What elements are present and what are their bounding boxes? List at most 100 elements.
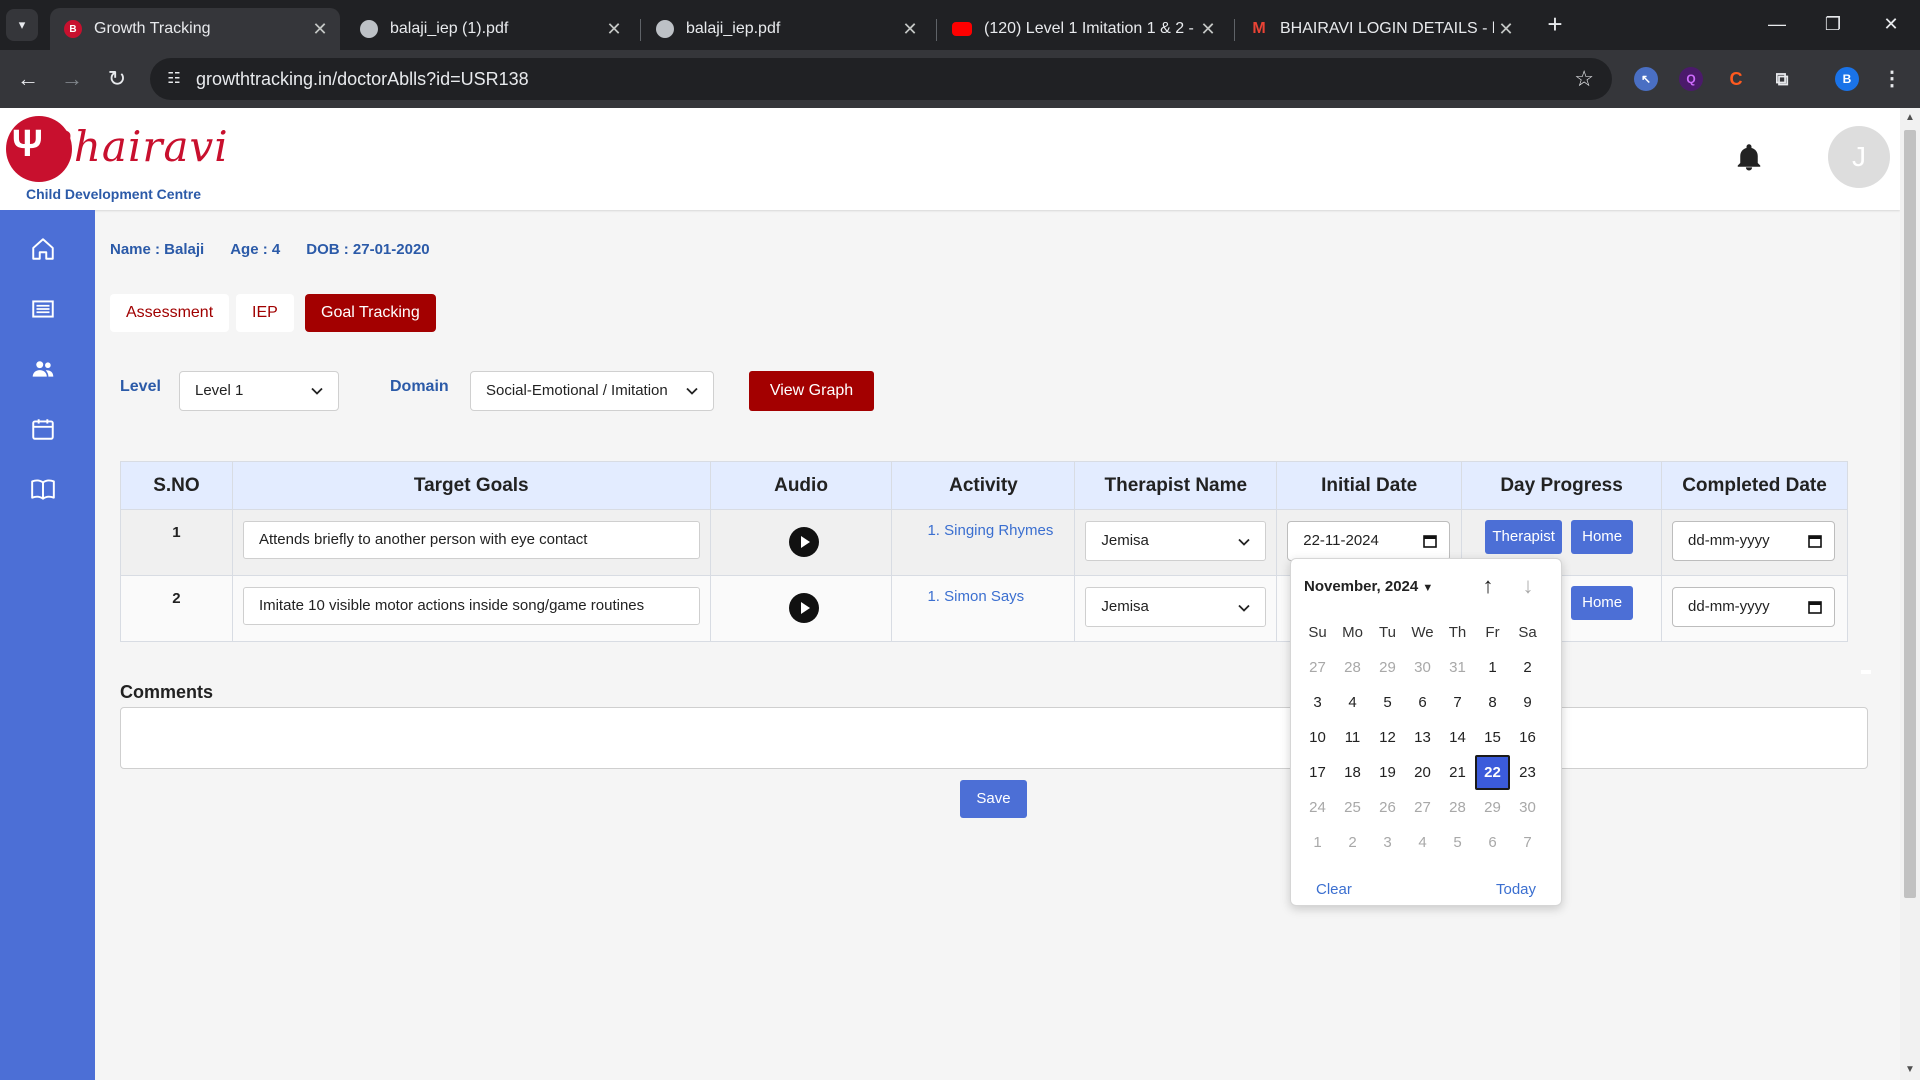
home-progress-button[interactable]: Home [1571, 586, 1634, 620]
window-close-icon[interactable]: ✕ [1868, 6, 1914, 42]
date-cell[interactable]: 11 [1335, 720, 1370, 755]
site-info-icon[interactable]: ☷ [164, 69, 184, 89]
book-icon[interactable] [30, 476, 56, 502]
calendar-icon[interactable] [1808, 534, 1822, 548]
date-cell[interactable]: 3 [1370, 825, 1405, 860]
date-cell[interactable]: 5 [1440, 825, 1475, 860]
play-icon[interactable] [788, 527, 819, 557]
date-cell[interactable]: 6 [1405, 685, 1440, 720]
date-cell[interactable]: 28 [1440, 790, 1475, 825]
play-icon[interactable] [788, 593, 819, 623]
date-cell[interactable]: 24 [1300, 790, 1335, 825]
save-button[interactable]: Save [960, 780, 1027, 818]
therapist-progress-button[interactable]: Therapist [1485, 520, 1563, 554]
date-cell[interactable]: 20 [1405, 755, 1440, 790]
tab-balaji-iep[interactable]: balaji_iep.pdf ✕ [642, 8, 930, 50]
tab-gmail[interactable]: M BHAIRAVI LOGIN DETAILS - bal ✕ [1236, 8, 1526, 50]
scroll-down-arrow-icon[interactable]: ▼ [1904, 1064, 1916, 1076]
extension-c-icon[interactable]: C [1724, 67, 1748, 91]
arrow-down-icon[interactable]: ↓ [1516, 573, 1540, 599]
date-cell[interactable]: 29 [1475, 790, 1510, 825]
scroll-thumb[interactable] [1904, 130, 1916, 898]
date-cell[interactable]: 29 [1370, 650, 1405, 685]
new-tab-button[interactable]: + [1540, 10, 1570, 40]
date-cell[interactable]: 18 [1335, 755, 1370, 790]
date-cell[interactable]: 30 [1510, 790, 1545, 825]
scroll-up-arrow-icon[interactable]: ▲ [1904, 112, 1916, 124]
date-cell[interactable]: 4 [1335, 685, 1370, 720]
notification-bell-icon[interactable] [1734, 142, 1764, 174]
calendar-icon[interactable] [1423, 534, 1438, 548]
date-cell[interactable]: 10 [1300, 720, 1335, 755]
date-cell[interactable]: 9 [1510, 685, 1545, 720]
level-select[interactable]: Level 1 [179, 371, 339, 411]
tab-goal-tracking[interactable]: Goal Tracking [305, 294, 436, 332]
date-cell[interactable]: 30 [1405, 650, 1440, 685]
date-cell[interactable]: 15 [1475, 720, 1510, 755]
extension-q-icon[interactable]: Q [1679, 67, 1703, 91]
date-cell[interactable]: 31 [1440, 650, 1475, 685]
extensions-puzzle-icon[interactable]: ⧉ [1770, 67, 1794, 91]
therapist-select[interactable]: Jemisa [1085, 521, 1267, 561]
date-cell[interactable]: 13 [1405, 720, 1440, 755]
arrow-up-icon[interactable]: ↑ [1476, 573, 1500, 599]
list-icon[interactable] [30, 296, 56, 322]
reload-icon[interactable]: ↻ [101, 63, 133, 95]
tab-balaji-iep-1[interactable]: balaji_iep (1).pdf ✕ [346, 8, 634, 50]
user-avatar[interactable]: J [1828, 126, 1890, 188]
date-cell[interactable]: 19 [1370, 755, 1405, 790]
tab-assessment[interactable]: Assessment [110, 294, 230, 332]
date-cell[interactable]: 12 [1370, 720, 1405, 755]
close-icon[interactable]: ✕ [1494, 19, 1518, 40]
date-cell[interactable]: 17 [1300, 755, 1335, 790]
date-cell-selected[interactable]: 22 [1475, 755, 1510, 790]
tab-search-button[interactable]: ▾ [6, 9, 38, 41]
date-cell[interactable]: 26 [1370, 790, 1405, 825]
date-cell[interactable]: 28 [1335, 650, 1370, 685]
forward-icon[interactable]: → [56, 63, 88, 95]
extension-cursor-icon[interactable]: ↖ [1634, 67, 1658, 91]
date-cell[interactable]: 21 [1440, 755, 1475, 790]
goal-input[interactable]: Imitate 10 visible motor actions inside … [242, 587, 700, 625]
comments-textarea[interactable] [120, 707, 1868, 769]
activity-link[interactable]: 1. Singing Rhymes [927, 522, 1053, 539]
activity-link[interactable]: 1. Simon Says [927, 588, 1024, 605]
completed-date-input[interactable]: dd-mm-yyyy [1672, 587, 1836, 627]
address-bar[interactable]: ☷ growthtracking.in/doctorAblls?id=USR13… [150, 58, 1612, 100]
date-cell[interactable]: 8 [1475, 685, 1510, 720]
date-picker-clear-button[interactable]: Clear [1316, 881, 1352, 898]
close-icon[interactable]: ✕ [1196, 19, 1220, 40]
date-cell[interactable]: 3 [1300, 685, 1335, 720]
tab-youtube[interactable]: (120) Level 1 Imitation 1 & 2 - Y ✕ [938, 8, 1228, 50]
initial-date-input[interactable]: 22-11-2024 [1287, 521, 1451, 561]
bookmark-star-icon[interactable]: ☆ [1574, 66, 1594, 92]
date-picker-today-button[interactable]: Today [1496, 881, 1536, 898]
url-text[interactable]: growthtracking.in/doctorAblls?id=USR138 [196, 69, 529, 90]
date-cell[interactable]: 7 [1510, 825, 1545, 860]
date-cell[interactable]: 14 [1440, 720, 1475, 755]
bhairavi-logo[interactable]: Ψ Bhairavi Child Development Centre [2, 114, 228, 206]
date-cell[interactable]: 23 [1510, 755, 1545, 790]
completed-date-input[interactable]: dd-mm-yyyy [1672, 521, 1836, 561]
date-cell[interactable]: 5 [1370, 685, 1405, 720]
date-picker-month[interactable]: November, 2024 ▼ [1304, 578, 1433, 595]
view-graph-button[interactable]: View Graph [749, 371, 874, 411]
date-cell[interactable]: 2 [1335, 825, 1370, 860]
date-cell[interactable]: 4 [1405, 825, 1440, 860]
calendar-icon[interactable] [1808, 600, 1822, 614]
profile-avatar[interactable]: B [1835, 67, 1859, 91]
restore-icon[interactable]: ❐ [1810, 6, 1856, 42]
date-cell[interactable]: 6 [1475, 825, 1510, 860]
date-cell[interactable]: 2 [1510, 650, 1545, 685]
therapist-select[interactable]: Jemisa [1085, 587, 1267, 627]
home-progress-button[interactable]: Home [1571, 520, 1634, 554]
date-cell[interactable]: 1 [1300, 825, 1335, 860]
date-cell[interactable]: 27 [1300, 650, 1335, 685]
chrome-menu-icon[interactable]: ⋮ [1880, 67, 1904, 91]
date-cell[interactable]: 1 [1475, 650, 1510, 685]
domain-select[interactable]: Social-Emotional / Imitation [470, 371, 714, 411]
calendar-icon[interactable] [30, 416, 56, 442]
date-cell[interactable]: 16 [1510, 720, 1545, 755]
tab-growth-tracking[interactable]: B Growth Tracking ✕ [50, 8, 340, 50]
minimize-icon[interactable]: — [1754, 6, 1800, 42]
